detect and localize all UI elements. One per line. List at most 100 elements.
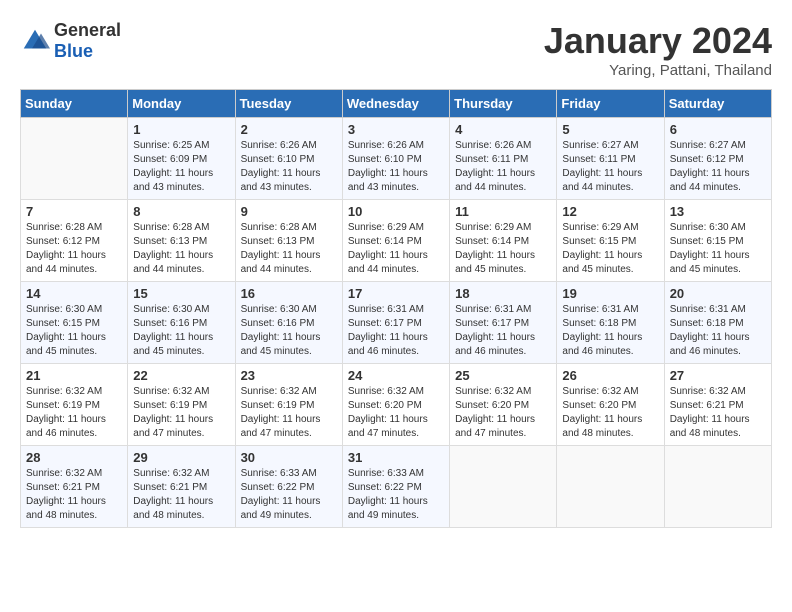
title-block: January 2024 Yaring, Pattani, Thailand	[544, 20, 772, 79]
column-header-saturday: Saturday	[664, 90, 771, 118]
calendar-week-row: 7 Sunrise: 6:28 AM Sunset: 6:12 PM Daylig…	[21, 200, 772, 282]
calendar-cell: 14 Sunrise: 6:30 AM Sunset: 6:15 PM Dayli…	[21, 282, 128, 364]
calendar-cell: 21 Sunrise: 6:32 AM Sunset: 6:19 PM Dayli…	[21, 364, 128, 446]
calendar-cell	[21, 118, 128, 200]
day-info: Sunrise: 6:33 AM Sunset: 6:22 PM Dayligh…	[241, 467, 337, 523]
calendar-cell: 9 Sunrise: 6:28 AM Sunset: 6:13 PM Daylig…	[235, 200, 342, 282]
day-info: Sunrise: 6:27 AM Sunset: 6:12 PM Dayligh…	[670, 139, 766, 195]
day-number: 21	[26, 368, 122, 383]
column-header-friday: Friday	[557, 90, 664, 118]
column-header-tuesday: Tuesday	[235, 90, 342, 118]
day-number: 20	[670, 286, 766, 301]
calendar-week-row: 21 Sunrise: 6:32 AM Sunset: 6:19 PM Dayli…	[21, 364, 772, 446]
day-info: Sunrise: 6:31 AM Sunset: 6:18 PM Dayligh…	[670, 303, 766, 359]
calendar-cell: 23 Sunrise: 6:32 AM Sunset: 6:19 PM Dayli…	[235, 364, 342, 446]
calendar-cell: 11 Sunrise: 6:29 AM Sunset: 6:14 PM Dayli…	[450, 200, 557, 282]
day-number: 4	[455, 122, 551, 137]
day-number: 16	[241, 286, 337, 301]
day-info: Sunrise: 6:32 AM Sunset: 6:21 PM Dayligh…	[26, 467, 122, 523]
day-number: 11	[455, 204, 551, 219]
day-info: Sunrise: 6:28 AM Sunset: 6:12 PM Dayligh…	[26, 221, 122, 277]
day-number: 18	[455, 286, 551, 301]
calendar-week-row: 1 Sunrise: 6:25 AM Sunset: 6:09 PM Daylig…	[21, 118, 772, 200]
day-number: 29	[133, 450, 229, 465]
column-header-monday: Monday	[128, 90, 235, 118]
calendar-week-row: 28 Sunrise: 6:32 AM Sunset: 6:21 PM Dayli…	[21, 446, 772, 528]
calendar-cell: 20 Sunrise: 6:31 AM Sunset: 6:18 PM Dayli…	[664, 282, 771, 364]
day-info: Sunrise: 6:28 AM Sunset: 6:13 PM Dayligh…	[241, 221, 337, 277]
day-number: 3	[348, 122, 444, 137]
calendar-cell: 22 Sunrise: 6:32 AM Sunset: 6:19 PM Dayli…	[128, 364, 235, 446]
calendar-cell	[557, 446, 664, 528]
day-number: 8	[133, 204, 229, 219]
day-info: Sunrise: 6:30 AM Sunset: 6:15 PM Dayligh…	[26, 303, 122, 359]
day-info: Sunrise: 6:33 AM Sunset: 6:22 PM Dayligh…	[348, 467, 444, 523]
calendar-cell: 10Sunrise: 6:29 AM Sunset: 6:14 PM Dayli…	[342, 200, 449, 282]
day-number: 5	[562, 122, 658, 137]
calendar-cell: 12Sunrise: 6:29 AM Sunset: 6:15 PM Dayli…	[557, 200, 664, 282]
day-info: Sunrise: 6:31 AM Sunset: 6:18 PM Dayligh…	[562, 303, 658, 359]
day-number: 28	[26, 450, 122, 465]
day-info: Sunrise: 6:25 AM Sunset: 6:09 PM Dayligh…	[133, 139, 229, 195]
day-info: Sunrise: 6:26 AM Sunset: 6:10 PM Dayligh…	[348, 139, 444, 195]
day-number: 23	[241, 368, 337, 383]
day-info: Sunrise: 6:32 AM Sunset: 6:19 PM Dayligh…	[26, 385, 122, 441]
day-info: Sunrise: 6:29 AM Sunset: 6:14 PM Dayligh…	[348, 221, 444, 277]
logo-blue-text: Blue	[54, 41, 93, 61]
calendar-cell	[450, 446, 557, 528]
day-info: Sunrise: 6:31 AM Sunset: 6:17 PM Dayligh…	[348, 303, 444, 359]
calendar-cell: 16 Sunrise: 6:30 AM Sunset: 6:16 PM Dayli…	[235, 282, 342, 364]
day-info: Sunrise: 6:32 AM Sunset: 6:21 PM Dayligh…	[670, 385, 766, 441]
page-header: General Blue January 2024 Yaring, Pattan…	[20, 20, 772, 79]
day-info: Sunrise: 6:26 AM Sunset: 6:10 PM Dayligh…	[241, 139, 337, 195]
day-info: Sunrise: 6:28 AM Sunset: 6:13 PM Dayligh…	[133, 221, 229, 277]
day-number: 2	[241, 122, 337, 137]
day-number: 26	[562, 368, 658, 383]
day-info: Sunrise: 6:32 AM Sunset: 6:19 PM Dayligh…	[133, 385, 229, 441]
day-info: Sunrise: 6:27 AM Sunset: 6:11 PM Dayligh…	[562, 139, 658, 195]
column-header-sunday: Sunday	[21, 90, 128, 118]
day-number: 9	[241, 204, 337, 219]
calendar-cell: 3 Sunrise: 6:26 AM Sunset: 6:10 PM Daylig…	[342, 118, 449, 200]
day-number: 19	[562, 286, 658, 301]
location-title: Yaring, Pattani, Thailand	[544, 62, 772, 79]
day-number: 17	[348, 286, 444, 301]
calendar-cell: 19 Sunrise: 6:31 AM Sunset: 6:18 PM Dayli…	[557, 282, 664, 364]
day-info: Sunrise: 6:32 AM Sunset: 6:21 PM Dayligh…	[133, 467, 229, 523]
day-info: Sunrise: 6:32 AM Sunset: 6:20 PM Dayligh…	[455, 385, 551, 441]
month-title: January 2024	[544, 20, 772, 62]
day-number: 14	[26, 286, 122, 301]
calendar-cell: 1 Sunrise: 6:25 AM Sunset: 6:09 PM Daylig…	[128, 118, 235, 200]
day-info: Sunrise: 6:32 AM Sunset: 6:20 PM Dayligh…	[348, 385, 444, 441]
day-number: 6	[670, 122, 766, 137]
logo: General Blue	[20, 20, 121, 62]
calendar-cell: 4 Sunrise: 6:26 AM Sunset: 6:11 PM Daylig…	[450, 118, 557, 200]
day-number: 22	[133, 368, 229, 383]
calendar-cell: 6 Sunrise: 6:27 AM Sunset: 6:12 PM Daylig…	[664, 118, 771, 200]
day-number: 15	[133, 286, 229, 301]
logo-icon	[20, 26, 50, 56]
calendar-cell: 2 Sunrise: 6:26 AM Sunset: 6:10 PM Daylig…	[235, 118, 342, 200]
day-number: 1	[133, 122, 229, 137]
calendar-week-row: 14 Sunrise: 6:30 AM Sunset: 6:15 PM Dayli…	[21, 282, 772, 364]
day-number: 25	[455, 368, 551, 383]
calendar-cell: 5 Sunrise: 6:27 AM Sunset: 6:11 PM Daylig…	[557, 118, 664, 200]
calendar-cell: 30 Sunrise: 6:33 AM Sunset: 6:22 PM Dayli…	[235, 446, 342, 528]
calendar-cell: 7 Sunrise: 6:28 AM Sunset: 6:12 PM Daylig…	[21, 200, 128, 282]
day-info: Sunrise: 6:30 AM Sunset: 6:15 PM Dayligh…	[670, 221, 766, 277]
calendar-cell: 27Sunrise: 6:32 AM Sunset: 6:21 PM Dayli…	[664, 364, 771, 446]
calendar-cell: 26Sunrise: 6:32 AM Sunset: 6:20 PM Dayli…	[557, 364, 664, 446]
day-number: 7	[26, 204, 122, 219]
day-info: Sunrise: 6:32 AM Sunset: 6:19 PM Dayligh…	[241, 385, 337, 441]
day-info: Sunrise: 6:30 AM Sunset: 6:16 PM Dayligh…	[241, 303, 337, 359]
calendar-cell: 8 Sunrise: 6:28 AM Sunset: 6:13 PM Daylig…	[128, 200, 235, 282]
calendar-cell: 28 Sunrise: 6:32 AM Sunset: 6:21 PM Dayli…	[21, 446, 128, 528]
day-info: Sunrise: 6:26 AM Sunset: 6:11 PM Dayligh…	[455, 139, 551, 195]
day-number: 30	[241, 450, 337, 465]
calendar-cell	[664, 446, 771, 528]
day-number: 12	[562, 204, 658, 219]
day-number: 24	[348, 368, 444, 383]
calendar-cell: 18Sunrise: 6:31 AM Sunset: 6:17 PM Dayli…	[450, 282, 557, 364]
column-header-wednesday: Wednesday	[342, 90, 449, 118]
day-info: Sunrise: 6:29 AM Sunset: 6:14 PM Dayligh…	[455, 221, 551, 277]
